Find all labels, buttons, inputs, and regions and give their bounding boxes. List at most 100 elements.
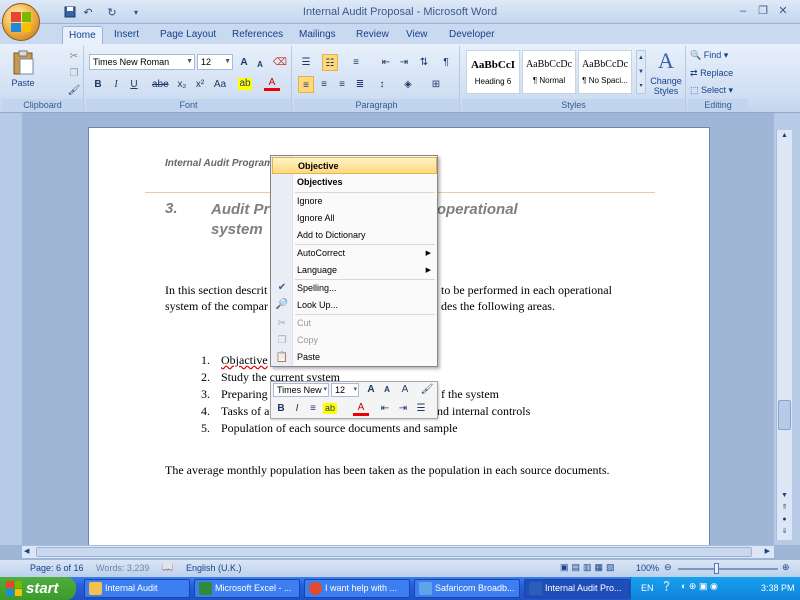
mini-bold-icon[interactable]: B [273, 401, 289, 416]
change-case-button[interactable]: Aa [212, 76, 228, 93]
change-styles-icon[interactable]: A [650, 48, 682, 74]
highlight-icon[interactable]: ab [238, 78, 252, 90]
bullets-icon[interactable]: ☰ [298, 54, 314, 71]
grow-font-button[interactable]: A [236, 54, 252, 71]
zoom-in-icon[interactable]: ⊕ [782, 562, 790, 573]
clock[interactable]: 3:38 PM [761, 583, 795, 593]
mini-decrease-indent-icon[interactable]: ⇤ [377, 401, 393, 416]
paste-icon[interactable] [10, 50, 36, 76]
increase-indent-icon[interactable]: ⇥ [396, 54, 412, 71]
mini-font-color-icon[interactable]: A [353, 401, 369, 416]
horizontal-scrollbar[interactable]: ◀ ▶ [22, 545, 774, 558]
language-indicator[interactable]: English (U.K.) [186, 563, 242, 573]
zoom-out-icon[interactable]: ⊖ [664, 562, 672, 573]
mini-increase-indent-icon[interactable]: ⇥ [395, 401, 411, 416]
suggestion-objectives[interactable]: Objectives [293, 174, 437, 191]
show-formatting-icon[interactable]: ¶ [438, 54, 454, 71]
menu-spelling[interactable]: Spelling... [293, 280, 437, 297]
replace-button[interactable]: ⇄ Replace [690, 68, 733, 79]
taskbar-item[interactable]: Internal Audit [84, 579, 190, 598]
menu-copy[interactable]: Copy [293, 332, 437, 349]
font-name-combo[interactable]: Times New Roman ▼ [89, 54, 195, 70]
strikethrough-button[interactable]: abe [152, 76, 169, 93]
page-indicator[interactable]: Page: 6 of 16 [30, 563, 84, 573]
help-tray-icon[interactable]: ❔ [661, 581, 672, 592]
proofing-icon[interactable]: 📖 [162, 562, 173, 573]
tab-developer[interactable]: Developer [443, 26, 501, 44]
menu-look-up[interactable]: Look Up... [293, 297, 437, 314]
menu-ignore-all[interactable]: Ignore All [293, 210, 437, 227]
subscript-button[interactable]: x₂ [174, 76, 190, 93]
sort-icon[interactable]: ⇅ [416, 54, 432, 71]
mini-center-icon[interactable]: ≡ [305, 401, 321, 416]
multilevel-list-icon[interactable]: ≡ [348, 54, 364, 71]
taskbar-item-active[interactable]: Internal Audit Pro... [524, 579, 630, 598]
tab-review[interactable]: Review [350, 26, 395, 44]
view-buttons[interactable]: ▣▤▥▦▧ [560, 562, 618, 573]
tab-page-layout[interactable]: Page Layout [154, 26, 222, 44]
tab-insert[interactable]: Insert [108, 26, 145, 44]
scroll-up-icon[interactable]: ▲ [778, 132, 791, 144]
minimize-button[interactable]: – [734, 4, 752, 18]
mini-highlight-icon[interactable]: ab [323, 403, 337, 414]
office-button[interactable] [2, 3, 40, 41]
align-center-icon[interactable]: ≡ [316, 76, 332, 93]
style-heading-6[interactable]: AaBbCcI Heading 6 [466, 50, 520, 94]
word-count[interactable]: Words: 3,239 [96, 563, 149, 573]
horizontal-scroll-thumb[interactable] [36, 547, 752, 557]
mini-styles-icon[interactable]: A [397, 382, 413, 397]
mini-grow-font-icon[interactable]: A [363, 382, 379, 397]
suggestion-objective[interactable]: Objective [272, 157, 437, 174]
underline-button[interactable]: U [126, 76, 142, 93]
align-left-icon[interactable]: ≡ [298, 76, 314, 93]
scroll-left-icon[interactable]: ◀ [24, 547, 29, 555]
close-button[interactable]: ✕ [774, 4, 792, 18]
zoom-slider[interactable] [678, 568, 778, 570]
menu-cut[interactable]: Cut [293, 315, 437, 332]
tray-icons[interactable]: ◐ ⊕ ▣ ◉ [681, 581, 718, 592]
tab-mailings[interactable]: Mailings [293, 26, 342, 44]
justify-icon[interactable]: ≣ [352, 76, 368, 93]
taskbar-item[interactable]: Microsoft Excel - ... [194, 579, 300, 598]
menu-add-to-dictionary[interactable]: Add to Dictionary [293, 227, 437, 244]
paste-button[interactable]: Paste [6, 78, 40, 88]
mini-font-combo[interactable]: Times New ▾ [273, 383, 329, 397]
zoom-slider-thumb[interactable] [714, 563, 719, 574]
bold-button[interactable]: B [90, 76, 106, 93]
mini-shrink-font-icon[interactable]: A [379, 382, 395, 397]
mini-size-combo[interactable]: 12 ▾ [331, 383, 359, 397]
menu-autocorrect[interactable]: AutoCorrect ▶ [293, 245, 437, 262]
taskbar-item[interactable]: Safaricom Broadb... [414, 579, 520, 598]
style-normal[interactable]: AaBbCcDc ¶ Normal [522, 50, 576, 94]
menu-ignore[interactable]: Ignore [293, 193, 437, 210]
menu-language[interactable]: Language ▶ [293, 262, 437, 279]
mini-format-painter-icon[interactable]: 🖌 [419, 382, 435, 397]
font-size-combo[interactable]: 12 ▼ [197, 54, 233, 70]
maximize-button[interactable]: ❐ [754, 4, 772, 18]
style-no-spacing[interactable]: AaBbCcDc ¶ No Spaci... [578, 50, 632, 94]
cut-icon[interactable]: ✂ [66, 48, 82, 65]
italic-button[interactable]: I [108, 76, 124, 93]
change-styles-button[interactable]: Change Styles [646, 76, 686, 96]
align-right-icon[interactable]: ≡ [334, 76, 350, 93]
mini-italic-icon[interactable]: I [289, 401, 305, 416]
decrease-indent-icon[interactable]: ⇤ [378, 54, 394, 71]
tab-references[interactable]: References [226, 26, 289, 44]
scroll-right-icon[interactable]: ▶ [765, 547, 770, 555]
menu-paste[interactable]: Paste [293, 349, 437, 366]
font-color-icon[interactable]: A [264, 76, 280, 91]
shading-icon[interactable]: ◈ [400, 76, 416, 93]
scroll-thumb[interactable] [778, 400, 791, 430]
superscript-button[interactable]: x² [192, 76, 208, 93]
numbering-icon[interactable]: ☷ [322, 54, 338, 71]
tab-view[interactable]: View [400, 26, 434, 44]
language-bar[interactable]: EN [641, 583, 654, 593]
styles-scroll[interactable]: ▲ ▼ ▾ [636, 50, 646, 94]
clear-formatting-icon[interactable]: ⌫ [272, 54, 288, 71]
tab-home[interactable]: Home [62, 26, 103, 44]
shrink-font-button[interactable]: A [252, 56, 268, 73]
vertical-scrollbar[interactable]: ▲ ▼ ⇑ ● ⇓ [776, 130, 792, 540]
format-painter-icon[interactable]: 🖌 [66, 82, 82, 99]
line-spacing-icon[interactable]: ↕ [374, 76, 390, 93]
select-button[interactable]: ⬚ Select ▾ [690, 85, 733, 96]
